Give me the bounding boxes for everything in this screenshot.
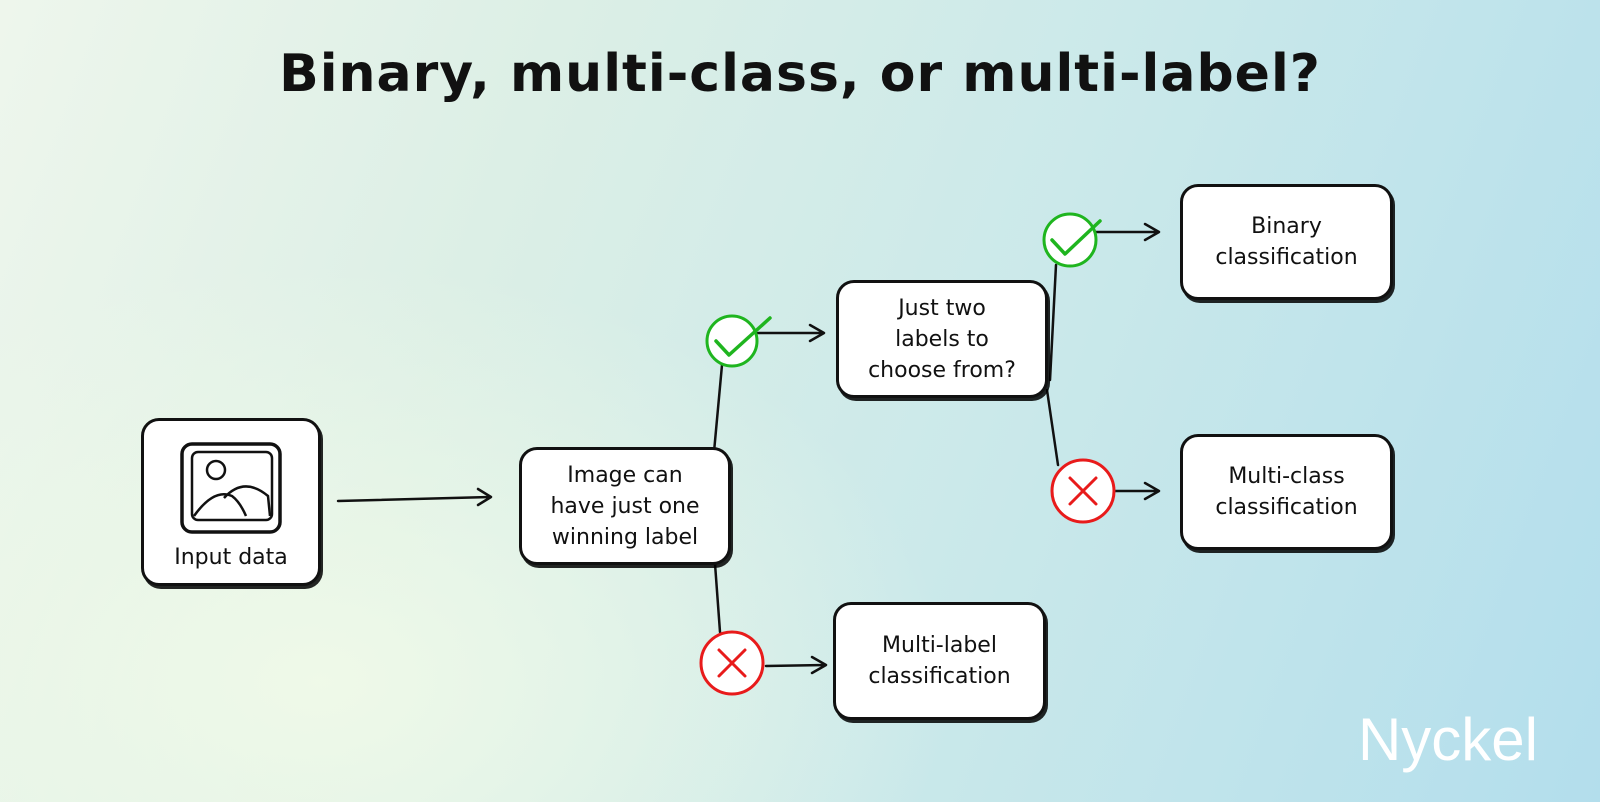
connector-q2-to-no2	[1045, 388, 1060, 467]
multi-label-classification-node: Multi-label classification	[833, 602, 1046, 720]
input-data-label: Input data	[174, 545, 288, 570]
arrow-input-to-q1	[336, 487, 493, 507]
multi-class-classification-node: Multi-class classification	[1180, 434, 1393, 550]
connector-q1-to-yes1	[712, 363, 724, 454]
arrow-no1-to-multilabel	[764, 655, 828, 675]
binary-classification-node: Binary classification	[1180, 184, 1393, 300]
arrow-yes1-to-q2	[756, 323, 826, 343]
image-icon	[180, 442, 282, 534]
check-circle-icon	[705, 314, 772, 368]
connector-q2-to-yes2	[1048, 263, 1058, 382]
input-data-node: Input data	[141, 418, 321, 586]
question-two-labels-node: Just two labels to choose from?	[836, 280, 1048, 398]
arrow-yes2-to-binary	[1086, 222, 1161, 242]
x-circle-icon	[1050, 458, 1116, 524]
flowchart-connectors	[336, 212, 1161, 696]
x-circle-icon	[699, 630, 765, 696]
check-circle-icon	[1042, 212, 1102, 268]
question-single-label-node: Image can have just one winning label	[519, 447, 731, 565]
brand-logo: Nyckel	[1357, 706, 1538, 773]
arrow-no2-to-multiclass	[1113, 481, 1161, 501]
